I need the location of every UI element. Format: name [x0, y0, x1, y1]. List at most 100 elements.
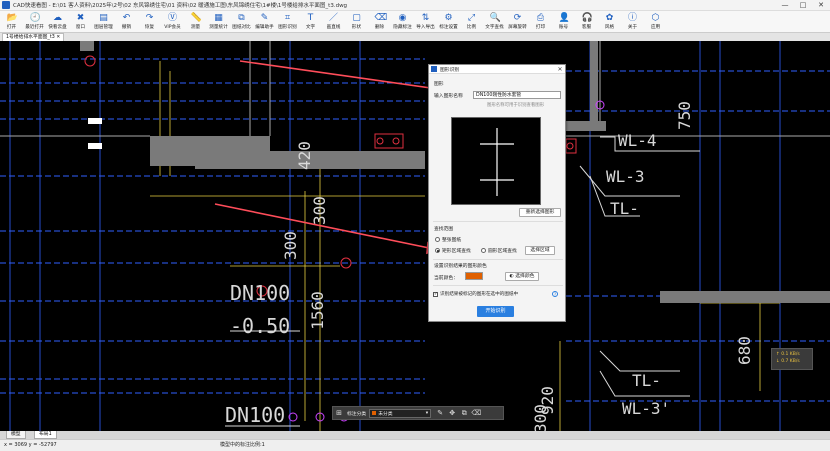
toolbar-button-25[interactable]: 🎧 客服: [575, 11, 598, 33]
toolbar-icon: ✎: [260, 13, 269, 23]
toolbar-label: 图纸对比: [232, 25, 251, 30]
select-area-button[interactable]: 选择区域: [525, 246, 555, 255]
toolbar-button-6[interactable]: ↷ 恢复: [138, 11, 161, 33]
toolbar-button-16[interactable]: ⌫ 删除: [368, 11, 391, 33]
radio-whole-label: 整张图纸: [442, 238, 462, 243]
radio-dot: [435, 248, 440, 253]
toolbar-button-7[interactable]: Ⓥ VIP会员: [161, 11, 184, 33]
toolbar-label: 导入导出: [416, 25, 435, 30]
toolbar-icon: ✖: [76, 13, 85, 23]
dim-1560: 1560: [307, 291, 327, 330]
label-tl: TL-: [610, 199, 639, 218]
edit-icon[interactable]: ✎: [434, 409, 446, 417]
toolbar-button-11[interactable]: ✎ 编辑助手: [253, 11, 276, 33]
dialog-close-button[interactable]: ✕: [555, 66, 565, 73]
toolbar-label: 撤销: [121, 25, 132, 30]
tab-layout1[interactable]: 布局1: [34, 431, 57, 439]
toolbar-icon: ⇅: [421, 13, 430, 23]
toolbar-button-24[interactable]: 👤 账号: [552, 11, 575, 33]
toolbar-button-21[interactable]: 🔍 文字查找: [483, 11, 506, 33]
toolbar-button-1[interactable]: 🕘 最近打开: [23, 11, 46, 33]
shape-name-input[interactable]: DN100刚性防水套管: [473, 91, 561, 99]
document-tab[interactable]: 1号楼给排水平面图_t3 ✕: [2, 33, 65, 41]
toolbar-label: 应用: [650, 25, 661, 30]
category-color-swatch: [372, 411, 377, 415]
toolbar-button-13[interactable]: T 文字: [299, 11, 322, 33]
window-title: CAD快速看图 - E:\01 客人资料\2025年\2号\02 东风锦绣住宅\…: [13, 3, 348, 9]
radio-rect-area[interactable]: 矩形区域查找: [435, 247, 471, 254]
tab-model[interactable]: 模型: [6, 431, 26, 439]
toolbar-label: 风格: [604, 25, 615, 30]
toolbar-button-4[interactable]: ▤ 图层管理: [92, 11, 115, 33]
toolbar-icon: 📂: [6, 13, 18, 23]
toolbar-icon: ⟳: [513, 13, 522, 23]
annotation-category-select[interactable]: 未分类 ▾: [369, 408, 432, 418]
close-button[interactable]: ✕: [812, 1, 830, 9]
label-elevation: -0.50: [230, 314, 291, 338]
toolbar-button-8[interactable]: 📏 测量: [184, 11, 207, 33]
toolbar-button-9[interactable]: ▦ 测量统计: [207, 11, 230, 33]
toolbar-icon: ✿: [605, 13, 614, 23]
toolbar-button-22[interactable]: ⟳ 屏幕旋转: [506, 11, 529, 33]
toolbar-button-0[interactable]: 📂 打开: [0, 11, 23, 33]
shape-section-label: 图形: [434, 82, 444, 87]
toolbar-button-20[interactable]: ⤢ 比例: [460, 11, 483, 33]
label-dn100-a: DN100: [230, 281, 291, 305]
grid-icon[interactable]: ⊞: [333, 409, 345, 417]
toolbar-icon: 🎧: [581, 13, 593, 23]
mark-results-checkbox[interactable]: ✓ 识别结果被标记的图形在选中的图纸中: [433, 291, 518, 297]
toolbar-label: 客服: [581, 25, 592, 30]
toolbar-button-27[interactable]: ⓘ 关于: [621, 11, 644, 33]
toolbar-button-3[interactable]: ✖ 窗口: [69, 11, 92, 33]
toolbar-button-26[interactable]: ✿ 风格: [598, 11, 621, 33]
toolbar-button-19[interactable]: ⚙ 标注设置: [437, 11, 460, 33]
cad-drawing: [0, 41, 830, 431]
toolbar-icon: ⌗: [284, 13, 291, 23]
toolbar-icon: ⚙: [444, 13, 453, 23]
toolbar-label: 删除: [374, 25, 385, 30]
delete-icon[interactable]: ⌫: [470, 409, 482, 417]
toolbar-button-23[interactable]: ⎙ 打印: [529, 11, 552, 33]
toolbar-icon: ▢: [352, 13, 361, 23]
category-selected-value: 未分类: [378, 411, 393, 417]
toolbar-label: 最近打开: [25, 25, 44, 30]
radio-circle-area[interactable]: 圆形区域查找: [481, 247, 517, 254]
radio-whole-drawing[interactable]: 整张图纸: [435, 236, 461, 243]
toolbar-button-17[interactable]: ◉ 隐藏标注: [391, 11, 414, 33]
toolbar-button-2[interactable]: ☁ 快看云盘: [46, 11, 69, 33]
cad-canvas[interactable]: WL-4 WL-3 TL- DN100 -0.50 DN100 TL- WL-3…: [0, 41, 830, 431]
toolbar-button-15[interactable]: ▢ 形状: [345, 11, 368, 33]
toolbar-label: VIP会员: [164, 25, 181, 30]
toolbar-button-10[interactable]: ⧉ 图纸对比: [230, 11, 253, 33]
reselect-shape-button[interactable]: 重新选择图形: [519, 208, 561, 217]
annotation-floatbar: ⊞ 标注分类 未分类 ▾ ✎ ✥ ⧉ ⌫: [332, 406, 504, 420]
toolbar-button-28[interactable]: ⬡ 应用: [644, 11, 667, 33]
toolbar-icon: 📏: [190, 13, 202, 23]
dim-680: 680: [734, 336, 754, 365]
minimize-button[interactable]: —: [776, 1, 794, 9]
document-tab-bar: 1号楼给排水平面图_t3 ✕: [0, 33, 830, 41]
toolbar-label: 画直线: [326, 25, 341, 30]
maximize-button[interactable]: □: [794, 1, 812, 9]
toolbar-label: 快看云盘: [48, 25, 67, 30]
toolbar-icon: 👤: [558, 13, 570, 23]
dim-300-c: 300: [530, 404, 550, 431]
label-dn100-b: DN100: [225, 403, 286, 427]
toolbar-label: 图层管理: [94, 25, 113, 30]
start-recognition-button[interactable]: 开始识别: [477, 306, 514, 317]
toolbar-label: 屏幕旋转: [508, 25, 527, 30]
toolbar-label: 图形识别: [278, 25, 297, 30]
toolbar-button-12[interactable]: ⌗ 图形识别: [276, 11, 299, 33]
toolbar-icon: ⓘ: [627, 13, 637, 23]
toolbar-button-5[interactable]: ↶ 撤销: [115, 11, 138, 33]
toolbar-label: 比例: [466, 25, 477, 30]
toolbar-button-14[interactable]: ／ 画直线: [322, 11, 345, 33]
dim-300-b: 300: [280, 231, 300, 260]
toolbar-button-18[interactable]: ⇅ 导入导出: [414, 11, 437, 33]
choose-color-button[interactable]: ◐ 选择颜色: [505, 272, 539, 281]
help-icon[interactable]: ?: [552, 291, 558, 297]
copy-icon[interactable]: ⧉: [458, 409, 470, 418]
label-wl4: WL-4: [618, 131, 657, 150]
toolbar-icon: ▤: [99, 13, 108, 23]
move-icon[interactable]: ✥: [446, 409, 458, 417]
